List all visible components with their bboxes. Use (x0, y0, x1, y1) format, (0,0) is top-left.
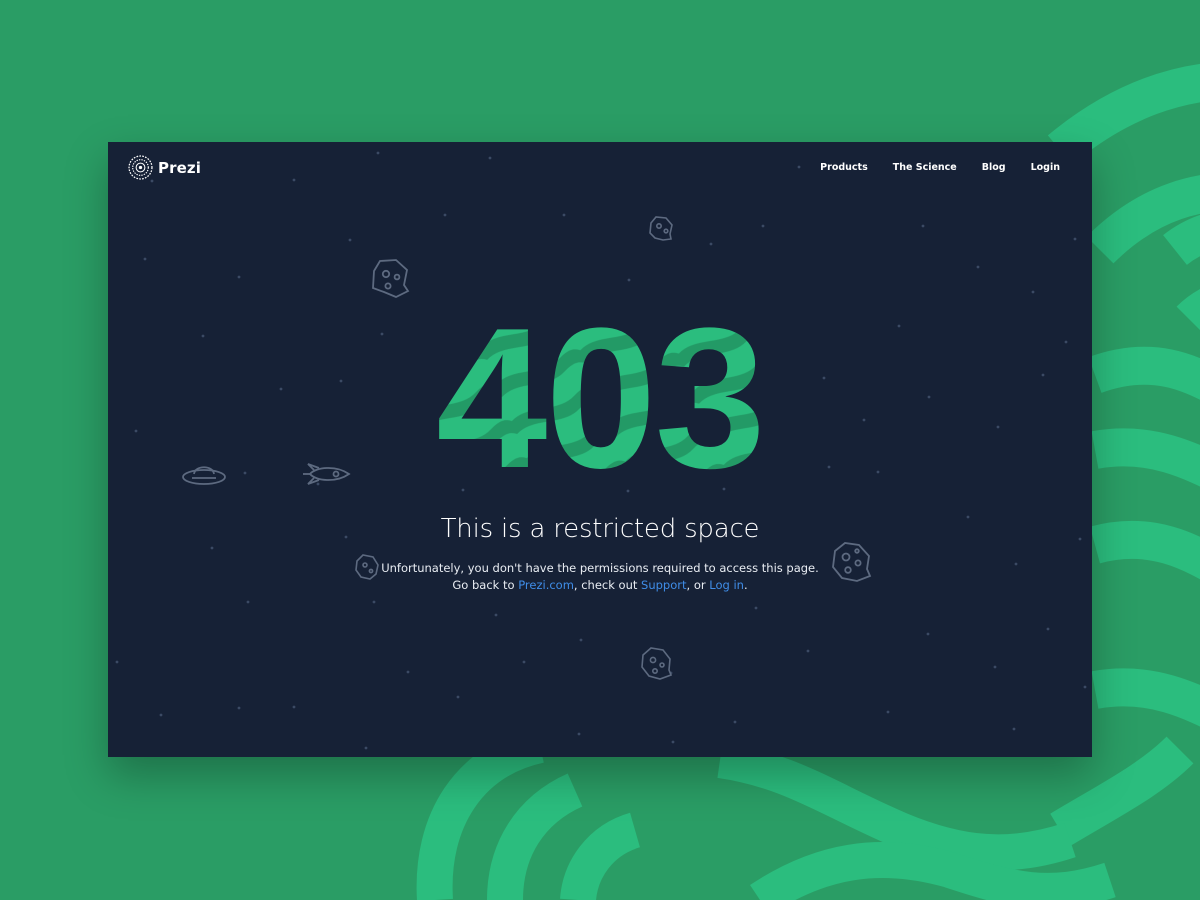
brand-logo[interactable]: Prezi (128, 155, 201, 180)
error-headline: This is a restricted space (440, 514, 760, 544)
line2-prefix: Go back to (452, 578, 519, 592)
prezi-home-link[interactable]: Prezi.com (518, 578, 574, 592)
nav-item-the-science[interactable]: The Science (893, 162, 957, 173)
error-message-line1: Unfortunately, you don't have the permis… (381, 561, 819, 575)
error-message-line2: Go back to Prezi.com, check out Support,… (108, 577, 1092, 594)
nav-item-login[interactable]: Login (1031, 162, 1060, 173)
login-link[interactable]: Log in (709, 578, 744, 592)
line2-suffix: . (743, 578, 748, 592)
browser-window: 403 Prezi Products The Science Blog Logi… (108, 142, 1092, 757)
top-nav: Products The Science Blog Login (820, 162, 1060, 173)
line2-mid2: , or (686, 578, 710, 592)
line2-mid1: , check out (573, 578, 642, 592)
error-message: Unfortunately, you don't have the permis… (108, 560, 1092, 594)
nav-item-products[interactable]: Products (820, 162, 868, 173)
nav-item-blog[interactable]: Blog (982, 162, 1006, 173)
prezi-logo-icon (128, 155, 153, 180)
error-code-text: 403 (436, 287, 764, 510)
brand-name: Prezi (158, 158, 201, 177)
support-link[interactable]: Support (641, 578, 686, 592)
error-code: 403 (436, 287, 766, 510)
